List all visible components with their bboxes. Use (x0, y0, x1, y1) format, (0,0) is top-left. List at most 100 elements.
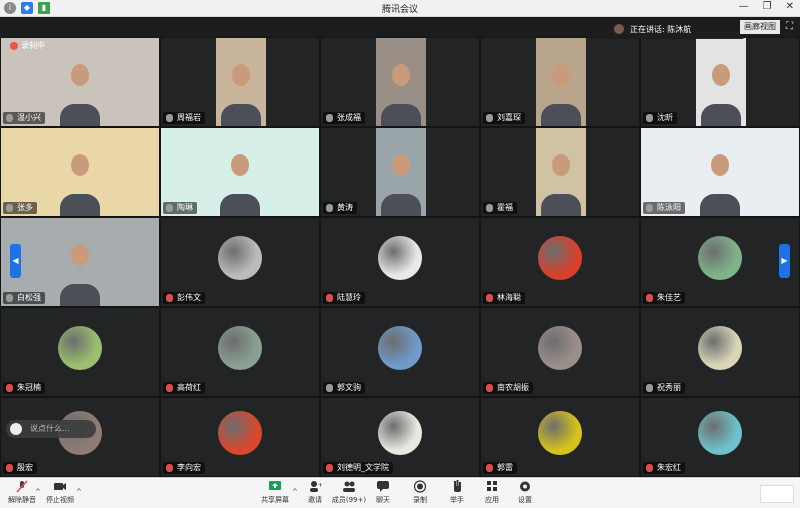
participant-avatar (378, 236, 422, 280)
participant-name-label: 李向宏 (163, 462, 205, 474)
record-dot-icon (10, 41, 18, 50)
mic-icon (486, 204, 493, 212)
participant-tile[interactable]: 陆慧玲 (320, 217, 480, 307)
participant-tile[interactable]: 高荷红 (160, 307, 320, 397)
participant-video (376, 128, 426, 216)
participant-name-label: 朱宏红 (643, 462, 685, 474)
participant-tile[interactable]: 周福岩 (160, 37, 320, 127)
participant-tile[interactable]: 朱冠楠 (0, 307, 160, 397)
participant-name-label: 沈昕 (643, 112, 677, 124)
participant-name-label: 林海聪 (483, 292, 525, 304)
participant-video (696, 38, 746, 126)
video-options-caret-icon[interactable]: ^ (76, 488, 82, 496)
person-silhouette (231, 154, 249, 177)
participant-tile[interactable]: 沈昕 (640, 37, 800, 127)
person-silhouette (71, 154, 89, 177)
participant-avatar (378, 326, 422, 370)
share-screen-icon (269, 481, 281, 490)
next-page-icon[interactable]: ▶ (779, 244, 790, 278)
fullscreen-icon[interactable]: ⛶ (783, 20, 796, 33)
title-bar: i ◆ ▮ 腾讯会议 — ❐ ✕ (0, 0, 800, 17)
chat-input[interactable]: 说点什么... (6, 420, 96, 438)
mic-icon (6, 204, 13, 212)
participant-name-label: 张成福 (323, 112, 365, 124)
hand-icon (454, 480, 461, 492)
participant-avatar (58, 326, 102, 370)
mic-muted-icon (486, 464, 493, 472)
chat-icon (377, 481, 389, 492)
participant-name-label: 周福岩 (163, 112, 205, 124)
mic-muted-icon (166, 464, 173, 472)
maximize-icon[interactable]: ❐ (763, 1, 772, 12)
participant-tile[interactable]: 彭伟文 (160, 217, 320, 307)
mic-muted-icon (326, 294, 333, 302)
mic-icon (646, 114, 653, 122)
participant-name-label: 朱冠楠 (3, 382, 45, 394)
settings-button[interactable]: 设置 (503, 480, 547, 505)
mic-icon (166, 114, 173, 122)
person-body (381, 194, 421, 216)
participant-tile[interactable]: 朱宏红 (640, 397, 800, 477)
person-body (701, 104, 741, 126)
participant-tile[interactable]: 刘德明_文学院 (320, 397, 480, 477)
participant-tile[interactable]: 林海聪 (480, 217, 640, 307)
window-title: 腾讯会议 (381, 5, 418, 15)
mic-icon (166, 204, 173, 212)
gear-icon (520, 481, 530, 492)
participant-name-label: 刘德明_文学院 (323, 462, 393, 474)
person-body (60, 104, 100, 126)
participant-avatar (218, 326, 262, 370)
participant-avatar (218, 411, 262, 455)
participant-name-label: 黄涛 (323, 202, 357, 214)
participant-tile[interactable]: 李向宏 (160, 397, 320, 477)
mic-muted-icon (326, 464, 333, 472)
person-silhouette (392, 64, 410, 87)
participant-tile[interactable]: 黄涛 (320, 127, 480, 217)
participant-tile[interactable]: 霍福 (480, 127, 640, 217)
mic-icon (646, 204, 653, 212)
participant-name-label: 南农胡振 (483, 382, 533, 394)
participant-tile[interactable]: 白松强 (0, 217, 160, 307)
participant-tile[interactable]: 南农胡振 (480, 307, 640, 397)
participant-avatar (698, 411, 742, 455)
participant-tile[interactable]: 陶琳 (160, 127, 320, 217)
participant-tile[interactable]: 张成福 (320, 37, 480, 127)
participant-name-label: 郭雷 (483, 462, 517, 474)
participant-video (536, 128, 586, 216)
minimize-icon[interactable]: — (739, 1, 749, 12)
invite-icon: + (310, 481, 322, 492)
participant-name-label: 朱佳艺 (643, 292, 685, 304)
participant-tile[interactable]: 陈泳阳 (640, 127, 800, 217)
mic-icon (486, 114, 493, 122)
participant-name-label: 高荷红 (163, 382, 205, 394)
participant-name-label: 祝秀丽 (643, 382, 685, 394)
person-silhouette (552, 154, 570, 177)
close-icon[interactable]: ✕ (786, 1, 794, 12)
participant-avatar (218, 236, 262, 280)
mic-muted-icon (486, 294, 493, 302)
previous-page-icon[interactable]: ◀ (10, 244, 21, 278)
mic-icon (6, 114, 13, 122)
meeting-toolbar: 解除静音 ^ 停止视频 ^ 共享屏幕 ^ + 邀请 成员(99+) 聊天 录制 … (0, 477, 800, 508)
mic-muted-icon (166, 294, 173, 302)
person-body (541, 104, 581, 126)
share-screen-button[interactable]: 共享屏幕 (253, 480, 297, 505)
participant-name-label: 殷宏 (3, 462, 37, 474)
participant-tile[interactable]: 郭文驹 (320, 307, 480, 397)
participant-tile[interactable]: 朱佳艺 (640, 217, 800, 307)
gallery-view-button[interactable]: 画廊视图 (740, 20, 780, 34)
participant-avatar (538, 236, 582, 280)
mic-icon (646, 384, 653, 392)
mic-muted-icon (486, 384, 493, 392)
svg-text:+: + (318, 482, 322, 489)
person-body (60, 194, 100, 216)
participant-tile[interactable]: 刘嘉琛 (480, 37, 640, 127)
apps-icon (487, 481, 497, 491)
participant-tile[interactable]: 张多 (0, 127, 160, 217)
participant-tile[interactable]: 郭雷 (480, 397, 640, 477)
participant-tile[interactable]: 祝秀丽 (640, 307, 800, 397)
participant-name-label: 彭伟文 (163, 292, 205, 304)
participant-name-label: 温小兴 (3, 112, 45, 124)
person-silhouette (392, 154, 410, 177)
participant-name-label: 陶琳 (163, 202, 197, 214)
